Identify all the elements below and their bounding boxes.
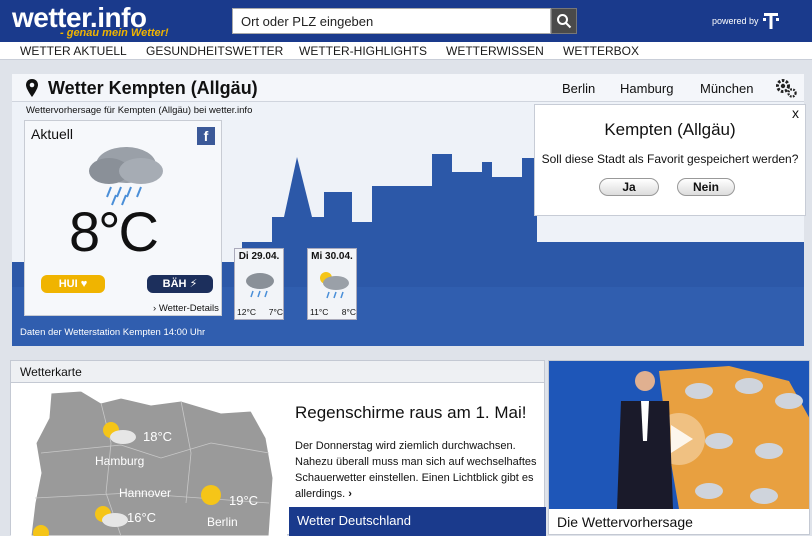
city-link-muenchen[interactable]: München xyxy=(700,81,753,96)
map-temp: 18°C xyxy=(143,429,172,444)
forecast-date: Mi 30.04. xyxy=(311,251,353,262)
location-pin-icon xyxy=(26,79,38,97)
search-icon xyxy=(557,14,572,29)
forecast-video[interactable]: Die Wettervorhersage xyxy=(548,360,810,535)
article-text: Der Donnerstag wird ziemlich durchwachse… xyxy=(295,440,537,500)
location-title-bar: Wetter Kempten (Allgäu) Berlin Hamburg M… xyxy=(12,74,804,102)
main-nav: WETTER AKTUELL GESUNDHEITSWETTER WETTER-… xyxy=(0,42,812,60)
cloud-rain-icon xyxy=(246,273,274,298)
chevron-right-icon[interactable]: › xyxy=(348,488,352,500)
popup-question: Soll diese Stadt als Favorit gespeichert… xyxy=(541,152,799,166)
city-link-berlin[interactable]: Berlin xyxy=(562,81,595,96)
nav-wetterwissen[interactable]: WETTERWISSEN xyxy=(446,44,544,58)
video-caption: Die Wettervorhersage xyxy=(549,509,809,534)
powered-by-label: powered by xyxy=(712,16,759,26)
forecast-subline: Wettervorhersage für Kempten (Allgäu) be… xyxy=(26,105,253,116)
video-thumbnail xyxy=(549,361,809,509)
top-bar: wetter.info - genau mein Wetter! Ort ode… xyxy=(0,0,812,42)
search-button[interactable] xyxy=(551,8,577,34)
map-city: Hannover xyxy=(119,486,171,500)
telekom-logo-icon[interactable] xyxy=(760,10,782,32)
forecast-date: Di 29.04. xyxy=(238,251,280,262)
wetter-deutschland-link[interactable]: Wetter Deutschland xyxy=(289,507,546,536)
baeh-button[interactable]: BÄH ⚡ xyxy=(147,275,213,293)
favorite-popup: x Kempten (Allgäu) Soll diese Stadt als … xyxy=(534,104,806,216)
nav-wetter-aktuell[interactable]: WETTER AKTUELL xyxy=(20,44,127,58)
forecast-day[interactable]: Mi 30.04. 11°C 8°C xyxy=(307,248,357,320)
map-city: Berlin xyxy=(207,515,238,529)
station-info: Daten der Wetterstation Kempten 14:00 Uh… xyxy=(20,327,206,338)
lightning-icon: ⚡ xyxy=(189,278,198,290)
weather-map-section: Wetterkarte 18°C Hamburg 19°C Berlin Han… xyxy=(10,360,546,536)
forecast-max: 12°C xyxy=(237,307,256,317)
hui-label: HUI xyxy=(58,278,78,290)
page-title: Wetter Kempten (Allgäu) xyxy=(48,78,258,98)
article-headline[interactable]: Regenschirme raus am 1. Mai! xyxy=(295,403,526,423)
current-weather-card: Aktuell f 8°C HUI ♥ BÄH ⚡ › Wetter-Detai… xyxy=(24,120,222,316)
nav-wetter-highlights[interactable]: WETTER-HIGHLIGHTS xyxy=(299,44,427,58)
map-city: Hamburg xyxy=(95,454,144,468)
map-temp: 16°C xyxy=(127,510,156,525)
heart-icon: ♥ xyxy=(80,278,88,290)
weather-details-label: Wetter-Details xyxy=(158,303,219,314)
forecast-max: 11°C xyxy=(310,307,329,317)
settings-gear-icon[interactable] xyxy=(774,77,798,99)
baeh-label: BÄH xyxy=(162,278,187,290)
cloud-rain-icon xyxy=(89,147,163,206)
hui-button[interactable]: HUI ♥ xyxy=(41,275,105,293)
weather-details-link[interactable]: › Wetter-Details xyxy=(153,303,219,314)
yes-button[interactable]: Ja xyxy=(599,178,659,196)
logo-tagline: - genau mein Wetter! xyxy=(60,27,169,39)
forecast-day[interactable]: Di 29.04. 12°C 7°C xyxy=(234,248,284,320)
sun-cloud-rain-icon xyxy=(320,272,349,299)
facebook-icon[interactable]: f xyxy=(197,127,215,145)
current-label: Aktuell xyxy=(31,126,74,142)
popup-title: Kempten (Allgäu) xyxy=(604,120,736,139)
map-temp: 19°C xyxy=(229,493,258,508)
forecast-min: 8°C xyxy=(341,307,356,317)
search-input[interactable]: Ort oder PLZ eingeben xyxy=(232,8,551,34)
current-temperature: 8°C xyxy=(69,200,159,263)
close-icon[interactable]: x xyxy=(792,105,799,121)
germany-weather-map[interactable]: 18°C Hamburg 19°C Berlin Hannover 16°C xyxy=(11,383,287,536)
forecast-min: 7°C xyxy=(268,307,283,317)
sun-icon xyxy=(201,485,221,505)
article-teaser: Der Donnerstag wird ziemlich durchwachse… xyxy=(295,438,541,502)
nav-wetterbox[interactable]: WETTERBOX xyxy=(563,44,639,58)
section-title: Wetterkarte xyxy=(20,365,82,379)
section-header: Wetterkarte xyxy=(11,361,544,383)
no-button[interactable]: Nein xyxy=(677,178,735,196)
city-link-hamburg[interactable]: Hamburg xyxy=(620,81,673,96)
nav-gesundheitswetter[interactable]: GESUNDHEITSWETTER xyxy=(146,44,283,58)
